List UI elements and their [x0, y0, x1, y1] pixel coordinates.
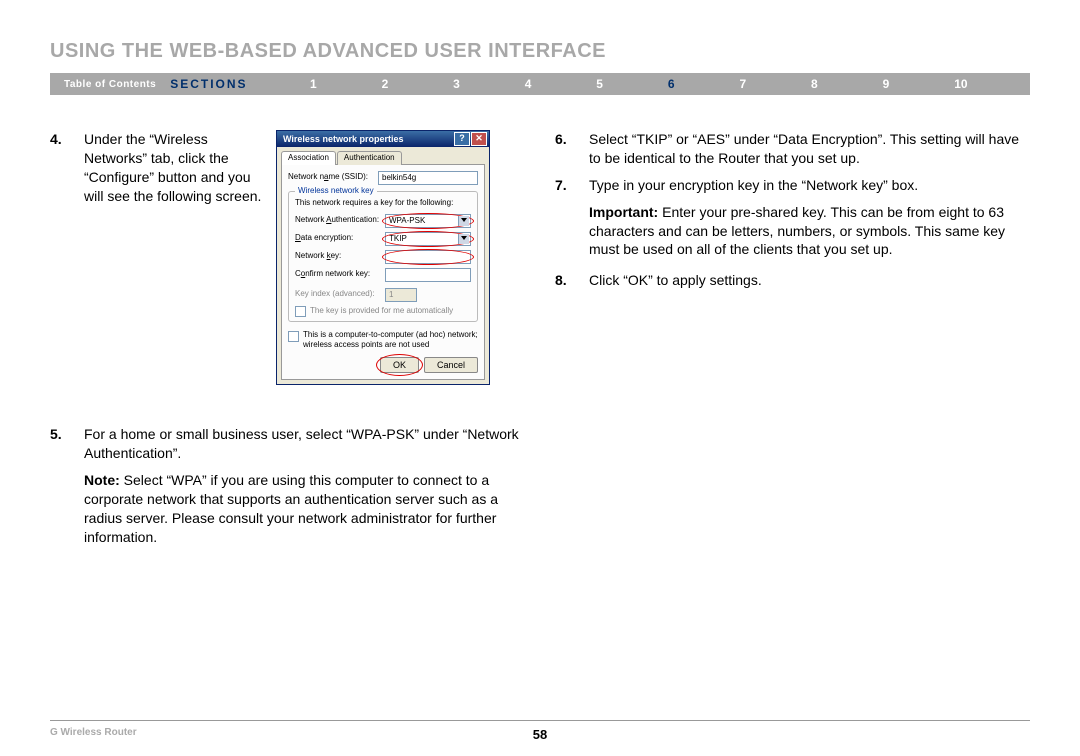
nav-toc[interactable]: Table of Contents	[50, 79, 170, 90]
confirm-key-input[interactable]	[385, 268, 471, 282]
dialog-titlebar: Wireless network properties ? ✕	[277, 131, 489, 147]
label-enc: Data encryption:	[295, 233, 385, 244]
network-auth-select[interactable]: WPA-PSK	[385, 214, 471, 228]
step-num: 5.	[50, 425, 84, 463]
nav-link-9[interactable]: 9	[883, 77, 890, 91]
label-confirm: Confirm network key:	[295, 269, 385, 280]
note-label: Note:	[84, 472, 120, 488]
nav-link-2[interactable]: 2	[382, 77, 389, 91]
step-num: 4.	[50, 130, 84, 206]
wireless-properties-dialog: Wireless network properties ? ✕ Associat…	[276, 130, 490, 385]
note-block: Note: Select “WPA” if you are using this…	[84, 471, 525, 547]
section-navbar: Table of Contents SECTIONS 1 2 3 4 5 6 7…	[50, 73, 1030, 95]
nav-link-6[interactable]: 6	[668, 77, 675, 91]
nav-link-10[interactable]: 10	[954, 77, 967, 91]
important-block: Important: Enter your pre-shared key. Th…	[589, 203, 1030, 260]
step-num: 6.	[555, 130, 589, 168]
step-text: Select “TKIP” or “AES” under “Data Encry…	[589, 130, 1030, 168]
ok-button[interactable]: OK	[380, 357, 419, 373]
nav-link-5[interactable]: 5	[596, 77, 603, 91]
adhoc-label: This is a computer-to-computer (ad hoc) …	[303, 330, 478, 352]
nav-link-7[interactable]: 7	[739, 77, 746, 91]
label-key: Network key:	[295, 251, 385, 262]
step-text: Click “OK” to apply settings.	[589, 271, 1030, 290]
nav-link-4[interactable]: 4	[525, 77, 532, 91]
cancel-button[interactable]: Cancel	[424, 357, 478, 373]
dialog-title: Wireless network properties	[283, 133, 454, 145]
auto-key-checkbox[interactable]	[295, 306, 306, 317]
label-key-index: Key index (advanced):	[295, 289, 385, 300]
ssid-input[interactable]: belkin54g	[378, 171, 478, 185]
page-title: USING THE WEB-BASED ADVANCED USER INTERF…	[50, 40, 1030, 63]
step-text: Under the “Wireless Networks” tab, click…	[84, 130, 270, 206]
product-name: G Wireless Router	[50, 727, 137, 738]
help-icon[interactable]: ?	[454, 132, 470, 146]
key-index-input: 1	[385, 288, 417, 302]
step-8: 8. Click “OK” to apply settings.	[555, 271, 1030, 290]
step-text: For a home or small business user, selec…	[84, 425, 525, 463]
step-7: 7. Type in your encryption key in the “N…	[555, 176, 1030, 195]
network-key-input[interactable]	[385, 250, 471, 264]
step-num: 7.	[555, 176, 589, 195]
groupbox-legend: Wireless network key	[295, 186, 377, 197]
adhoc-checkbox[interactable]	[288, 331, 299, 342]
step-num: 8.	[555, 271, 589, 290]
important-label: Important:	[589, 204, 658, 220]
group-desc: This network requires a key for the foll…	[295, 198, 471, 209]
label-ssid: Network name (SSID):	[288, 172, 378, 183]
step-text: Type in your encryption key in the “Netw…	[589, 176, 1030, 195]
tab-authentication[interactable]: Authentication	[337, 151, 402, 165]
auto-key-label: The key is provided for me automatically	[310, 306, 453, 317]
close-icon[interactable]: ✕	[471, 132, 487, 146]
nav-link-8[interactable]: 8	[811, 77, 818, 91]
label-auth: Network Authentication:	[295, 215, 385, 226]
nav-link-1[interactable]: 1	[310, 77, 317, 91]
step-4: 4. Under the “Wireless Networks” tab, cl…	[50, 130, 270, 206]
step-5: 5. For a home or small business user, se…	[50, 425, 525, 463]
note-text: Select “WPA” if you are using this compu…	[84, 472, 498, 545]
data-encryption-select[interactable]: TKIP	[385, 232, 471, 246]
nav-sections-label: SECTIONS	[170, 77, 277, 91]
step-6: 6. Select “TKIP” or “AES” under “Data En…	[555, 130, 1030, 168]
page-number: 58	[533, 727, 547, 742]
footer: G Wireless Router 58	[50, 720, 1030, 742]
nav-link-3[interactable]: 3	[453, 77, 460, 91]
tab-association[interactable]: Association	[281, 151, 336, 165]
auto-key-checkbox-row: The key is provided for me automatically	[295, 306, 471, 317]
